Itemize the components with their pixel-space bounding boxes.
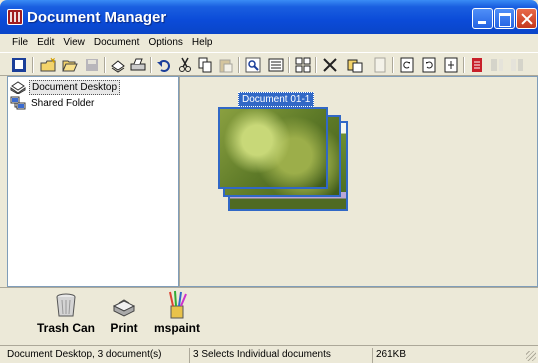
title-bar[interactable]: Document Manager — [0, 0, 538, 34]
tree-item-shared-folder[interactable]: Shared Folder — [10, 95, 96, 111]
trash-can-icon — [56, 293, 76, 317]
view-details-icon[interactable] — [268, 57, 284, 73]
toolbar-separator — [315, 57, 317, 73]
shelf-trash-can[interactable]: Trash Can — [36, 290, 96, 335]
tree-item-label: Shared Folder — [31, 97, 95, 109]
new-folder-icon[interactable] — [40, 57, 56, 73]
tree-item-label: Document Desktop — [29, 79, 121, 95]
rotate-right-icon[interactable] — [421, 57, 437, 73]
app-shelf: Trash Can Print mspaint — [0, 287, 538, 345]
shelf-print[interactable]: Print — [104, 290, 144, 335]
document-label[interactable]: Document 01-1 — [238, 92, 315, 107]
menu-edit[interactable]: Edit — [33, 34, 59, 52]
rotate-left-icon[interactable] — [399, 57, 415, 73]
stack-icon[interactable] — [469, 57, 485, 73]
find-icon[interactable] — [245, 57, 261, 73]
toolbar-separator — [150, 57, 152, 73]
new-document-icon[interactable] — [11, 57, 27, 73]
open-folder-icon[interactable] — [62, 57, 78, 73]
shared-folder-icon — [10, 96, 26, 110]
toolbar-separator — [104, 57, 106, 73]
view-thumbnails-icon[interactable] — [295, 57, 311, 73]
document-page-1[interactable] — [218, 107, 328, 189]
shelf-label: Print — [110, 321, 138, 335]
delete-icon[interactable] — [322, 57, 338, 73]
window-title: Document Manager — [27, 9, 167, 26]
status-selection: 3 Selects Individual documents — [189, 348, 372, 363]
menu-file[interactable]: File — [8, 34, 33, 52]
split-icon[interactable] — [509, 57, 525, 73]
blank-page-icon[interactable] — [372, 57, 388, 73]
status-location: Document Desktop, 3 document(s) — [7, 349, 162, 360]
copy-icon[interactable] — [197, 57, 213, 73]
menu-view[interactable]: View — [59, 34, 90, 52]
toolbar — [0, 52, 538, 76]
shelf-label: mspaint — [153, 321, 200, 335]
print-icon[interactable] — [130, 57, 146, 73]
shelf-mspaint[interactable]: mspaint — [150, 290, 204, 335]
toolbar-separator — [32, 57, 34, 73]
paint-brushes-icon — [169, 290, 187, 319]
menu-help[interactable]: Help — [188, 34, 218, 52]
menu-options[interactable]: Options — [144, 34, 187, 52]
cut-icon[interactable] — [177, 57, 193, 73]
duplicate-icon[interactable] — [347, 57, 363, 73]
folder-tree[interactable]: Document Desktop Shared Folder — [7, 76, 179, 287]
flip-icon[interactable] — [443, 57, 459, 73]
scan-icon[interactable] — [110, 57, 126, 73]
document-manager-window: Document Manager File Edit View Document… — [0, 0, 538, 363]
minimize-button[interactable] — [472, 8, 493, 29]
toolbar-separator — [238, 57, 240, 73]
close-button[interactable] — [516, 8, 537, 29]
status-bar: Document Desktop, 3 document(s) 3 Select… — [0, 345, 538, 363]
shelf-label: Trash Can — [36, 321, 96, 335]
maximize-button[interactable] — [494, 8, 515, 29]
toolbar-separator — [288, 57, 290, 73]
save-icon[interactable] — [84, 57, 100, 73]
resize-grip[interactable] — [526, 351, 536, 361]
paste-icon[interactable] — [218, 57, 234, 73]
unstack-icon[interactable] — [489, 57, 505, 73]
tree-item-document-desktop[interactable]: Document Desktop — [10, 79, 121, 95]
document-desktop-area[interactable]: Document 01-1 — [179, 76, 538, 287]
desktop-tray-icon — [10, 81, 26, 94]
menu-bar: File Edit View Document Options Help — [0, 34, 538, 52]
menu-document[interactable]: Document — [90, 34, 145, 52]
toolbar-separator — [463, 57, 465, 73]
status-size: 261KB — [372, 348, 522, 363]
toolbar-separator — [392, 57, 394, 73]
undo-icon[interactable] — [156, 57, 172, 73]
printer-icon — [112, 299, 136, 317]
app-icon[interactable] — [7, 9, 23, 25]
